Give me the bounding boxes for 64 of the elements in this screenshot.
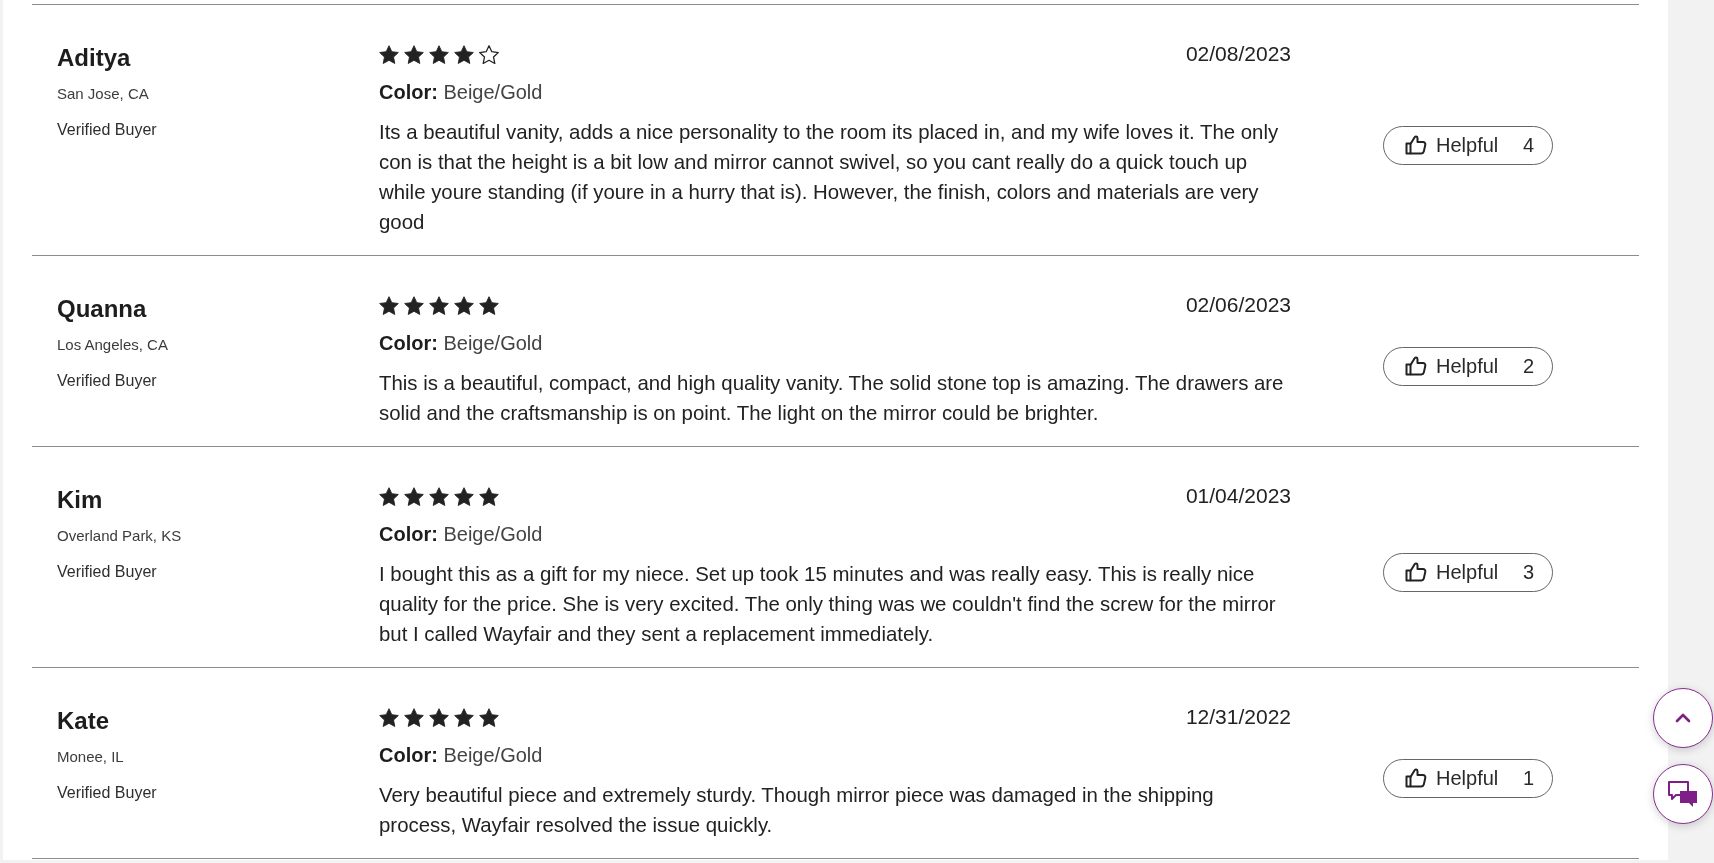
star-icon	[404, 44, 424, 64]
thumbs-up-icon	[1404, 354, 1428, 378]
star-icon	[479, 707, 499, 727]
review-text: Its a beautiful vanity, adds a nice personality to the room its placed in, and my wife loves it. The only con is that the height is a bit low and mirror cannot swivel, so you cant really do a quick touch up while youre standing (if youre in a hurry that is). However, the finish, colors and materials are very good	[379, 120, 1280, 235]
star-icon	[379, 44, 399, 64]
thumbs-up-icon	[1404, 133, 1428, 157]
star-icon	[404, 486, 424, 506]
option-label: Color:	[379, 81, 438, 103]
verified-buyer-label: Verified Buyer	[57, 562, 158, 582]
helpful-button[interactable]: Helpful 2	[1383, 346, 1553, 386]
option-value: Beige/Gold	[443, 523, 543, 545]
star-icon	[454, 486, 474, 506]
review-text: This is a beautiful, compact, and high quality vanity. The solid stone top is amazing. The drawers are solid and the craftsmanship is on point. The light on the mirror could be brighter.	[379, 371, 1284, 426]
star-icon	[429, 486, 449, 506]
star-icon	[454, 295, 474, 315]
reviewer-name: Kim	[57, 485, 104, 515]
verified-buyer-label: Verified Buyer	[57, 783, 158, 803]
star-icon	[404, 707, 424, 727]
chat-button[interactable]	[1653, 764, 1713, 824]
option-value: Beige/Gold	[443, 744, 543, 766]
helpful-button[interactable]: Helpful 3	[1383, 552, 1553, 592]
reviewer-name: Kate	[57, 706, 111, 736]
thumbs-up-icon	[1404, 766, 1428, 790]
review-date: 01/04/2023	[1185, 484, 1291, 508]
review-text: Very beautiful piece and extremely sturdy. Though mirror piece was damaged in the shipping process, Wayfair resolved the issue quickly.	[379, 783, 1215, 838]
reviewer-location: Monee, IL	[57, 747, 125, 767]
option-value: Beige/Gold	[443, 332, 543, 354]
star-icon	[479, 295, 499, 315]
chevron-up-icon	[1675, 713, 1691, 723]
reviewer-name: Quanna	[57, 294, 148, 324]
option-label: Color:	[379, 523, 438, 545]
review-date: 02/08/2023	[1185, 42, 1291, 66]
verified-buyer-label: Verified Buyer	[57, 120, 158, 140]
helpful-count: 1	[1522, 766, 1534, 790]
helpful-count: 2	[1522, 354, 1534, 378]
star-icon	[379, 295, 399, 315]
star-icon	[429, 707, 449, 727]
reviewer-name: Aditya	[57, 43, 132, 73]
star-icon	[454, 44, 474, 64]
option-label: Color:	[379, 744, 438, 766]
option-value: Beige/Gold	[443, 81, 543, 103]
verified-buyer-label: Verified Buyer	[57, 371, 158, 391]
thumbs-up-icon	[1404, 560, 1428, 584]
reviewer-location: San Jose, CA	[57, 84, 150, 104]
chat-bubbles-icon	[1668, 780, 1698, 808]
star-icon	[379, 486, 399, 506]
review-date: 02/06/2023	[1185, 293, 1291, 317]
star-icon	[404, 295, 424, 315]
empty-star-icon	[479, 44, 499, 64]
scroll-to-top-button[interactable]	[1653, 688, 1713, 748]
review-date: 12/31/2022	[1185, 705, 1291, 729]
star-icon	[429, 44, 449, 64]
helpful-count: 3	[1522, 560, 1534, 584]
reviewer-location: Overland Park, KS	[57, 526, 183, 546]
star-icon	[479, 486, 499, 506]
helpful-count: 4	[1522, 133, 1534, 157]
helpful-button[interactable]: Helpful 4	[1383, 125, 1553, 165]
option-label: Color:	[379, 332, 438, 354]
star-icon	[379, 707, 399, 727]
review-text: I bought this as a gift for my niece. Set up took 15 minutes and was really easy. This is really nice quality for the price. She is very excited. The only thing was we couldn't find the screw for the mirror but I called Wayfair and they sent a replacement immediately.	[379, 562, 1277, 647]
star-icon	[429, 295, 449, 315]
reviewer-location: Los Angeles, CA	[57, 335, 169, 355]
star-icon	[454, 707, 474, 727]
helpful-button[interactable]: Helpful 1	[1383, 758, 1553, 798]
